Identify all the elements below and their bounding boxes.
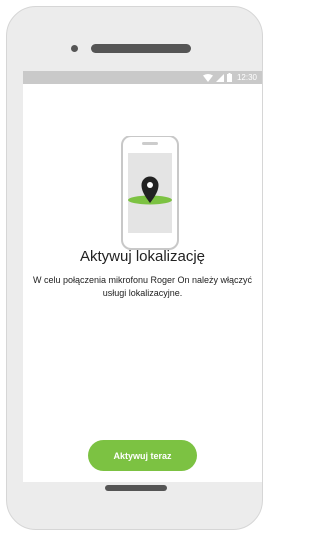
activate-now-button[interactable]: Aktywuj teraz <box>88 440 197 471</box>
front-camera <box>71 45 78 52</box>
speaker-grille <box>91 44 191 53</box>
page-description: W celu połączenia mikrofonu Roger On nal… <box>32 275 253 298</box>
page-title: Aktywuj lokalizację <box>79 248 206 265</box>
status-time: 12:30 <box>236 73 257 82</box>
battery-icon <box>226 69 232 87</box>
phone-location-illustration <box>120 135 180 256</box>
status-bar: 12:30 <box>23 71 262 84</box>
signal-icon <box>215 69 224 87</box>
wifi-icon <box>202 69 213 87</box>
phone-screen: 12:30 Aktywuj lokalizację W celu połącze… <box>23 71 262 482</box>
phone-frame: 12:30 Aktywuj lokalizację W celu połącze… <box>6 6 263 530</box>
status-icons: 12:30 <box>202 72 257 83</box>
home-button[interactable] <box>105 485 167 491</box>
